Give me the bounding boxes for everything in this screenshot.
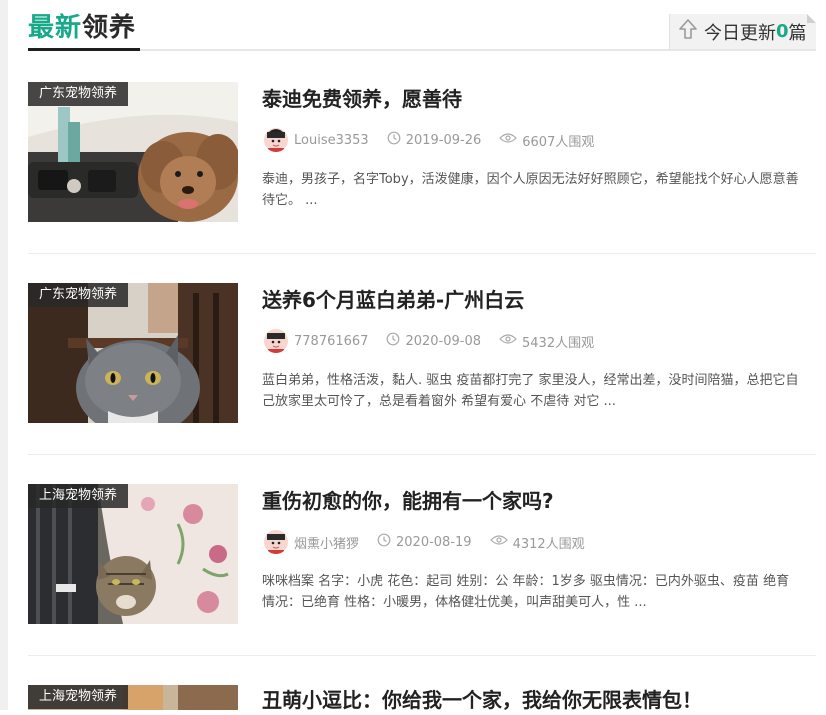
list-item[interactable]: 上海宠物领养 重伤初愈的你，能拥有一个家吗? 烟熏小猪猡 2020-08-19 … xyxy=(28,484,816,685)
post-title[interactable]: 送养6个月蓝白弟弟-广州白云 xyxy=(262,285,524,315)
post-views: 5432人围观 xyxy=(522,335,595,351)
post-excerpt: 泰迪，男孩子，名字Toby，活泼健康，因个人原因无法好好照顾它，希望能找个好心人… xyxy=(262,172,799,208)
post-meta: Louise3353 2019-09-26 6607人围观 xyxy=(264,127,612,153)
post-thumbnail[interactable]: 广东宠物领养 xyxy=(28,82,238,222)
eye-icon xyxy=(499,333,522,349)
post-title[interactable]: 泰迪免费领养，愿善待 xyxy=(262,84,462,114)
list-item[interactable]: 上海宠物领养 丑萌小逗比：你给我一个家，我给你无限表情包！ xyxy=(28,685,816,712)
post-views: 6607人围观 xyxy=(522,134,595,150)
clock-icon xyxy=(377,533,396,551)
update-count: 0 xyxy=(776,21,789,42)
list-item[interactable]: 广东宠物领养 送养6个月蓝白弟弟-广州白云 778761667 2020-09-… xyxy=(28,283,816,484)
clock-icon xyxy=(386,332,405,350)
eye-icon xyxy=(499,132,522,148)
avatar-icon xyxy=(264,329,288,353)
post-title[interactable]: 丑萌小逗比：你给我一个家，我给你无限表情包！ xyxy=(262,685,702,715)
avatar-icon xyxy=(264,128,288,152)
eye-icon xyxy=(489,534,513,550)
post-views: 4312人围观 xyxy=(512,536,585,552)
post-meta: 烟熏小猪猡 2020-08-19 4312人围观 xyxy=(264,529,603,555)
section-title: 最新领养 xyxy=(28,12,136,44)
post-author[interactable]: Louise3353 xyxy=(294,133,369,148)
post-date: 2020-09-08 xyxy=(405,333,482,349)
post-date: 2019-09-26 xyxy=(405,132,482,148)
post-excerpt: 咪咪档案 名字：小虎 花色：起司 姓别：公 年龄：1岁多 驱虫情况：已内外驱虫、… xyxy=(262,574,790,610)
category-tag[interactable]: 上海宠物领养 xyxy=(28,685,129,709)
arrow-up-icon xyxy=(670,18,704,45)
avatar-icon xyxy=(264,530,288,554)
update-suffix: 篇 xyxy=(788,22,807,44)
update-label: 今日更新 xyxy=(704,22,776,44)
item-divider xyxy=(28,253,816,254)
category-tag[interactable]: 上海宠物领养 xyxy=(28,484,129,508)
post-title[interactable]: 重伤初愈的你，能拥有一个家吗? xyxy=(262,486,554,516)
post-author[interactable]: 778761667 xyxy=(294,334,368,349)
post-thumbnail[interactable]: 上海宠物领养 xyxy=(28,484,238,624)
header-accent-bar xyxy=(28,48,140,51)
category-tag[interactable]: 广东宠物领养 xyxy=(28,283,129,307)
section-title-highlight: 最新 xyxy=(28,13,83,43)
post-thumbnail[interactable]: 上海宠物领养 xyxy=(28,685,238,710)
item-divider xyxy=(28,655,816,656)
clock-icon xyxy=(387,131,406,149)
left-edge-strip xyxy=(0,0,8,710)
today-update-box[interactable]: 今日更新 0 篇 xyxy=(669,14,816,49)
section-header: 最新领养 今日更新 0 篇 xyxy=(28,0,816,52)
header-divider xyxy=(28,49,816,51)
post-author[interactable]: 烟熏小猪猡 xyxy=(294,533,359,552)
list-item[interactable]: 广东宠物领养 泰迪免费领养，愿善待 Louise3353 2019-09-26 … xyxy=(28,82,816,283)
post-excerpt: 蓝白弟弟，性格活泼，黏人. 驱虫 疫苗都打完了 家里没人，经常出差，没时间陪猫，… xyxy=(262,373,799,409)
post-date: 2020-08-19 xyxy=(396,534,472,550)
item-divider xyxy=(28,454,816,455)
post-meta: 778761667 2020-09-08 5432人围观 xyxy=(264,328,612,354)
section-title-rest: 领养 xyxy=(82,13,137,43)
category-tag[interactable]: 广东宠物领养 xyxy=(28,82,129,106)
post-thumbnail[interactable]: 广东宠物领养 xyxy=(28,283,238,423)
corner-fold xyxy=(807,14,816,23)
